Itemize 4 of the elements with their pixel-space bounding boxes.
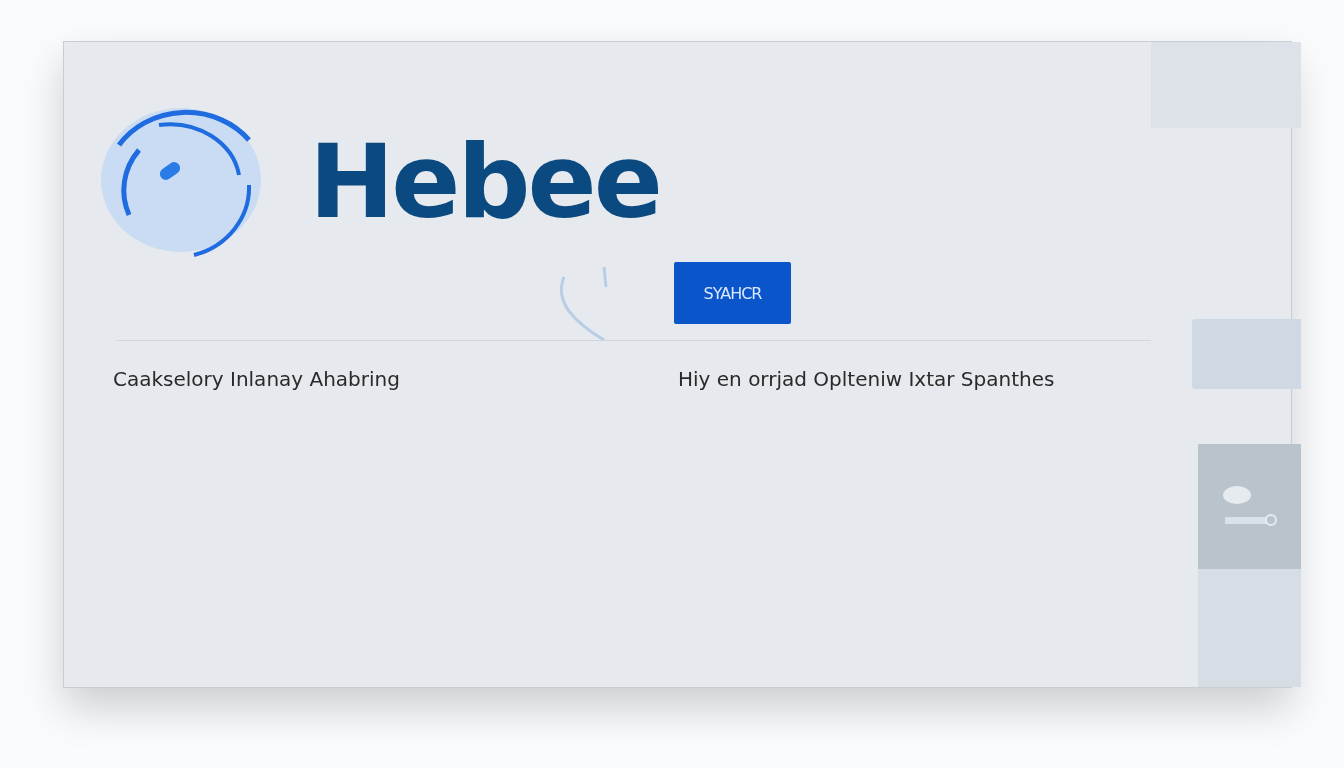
action-button[interactable]: SYAHCR	[674, 262, 791, 324]
caption-text: Caakselory Inlanay Ahabring	[113, 367, 401, 391]
logo-text: Hebee	[309, 131, 660, 233]
caption-text: Hiy en orrjad Oplteniw Ixtar Spanthes	[678, 367, 1056, 391]
